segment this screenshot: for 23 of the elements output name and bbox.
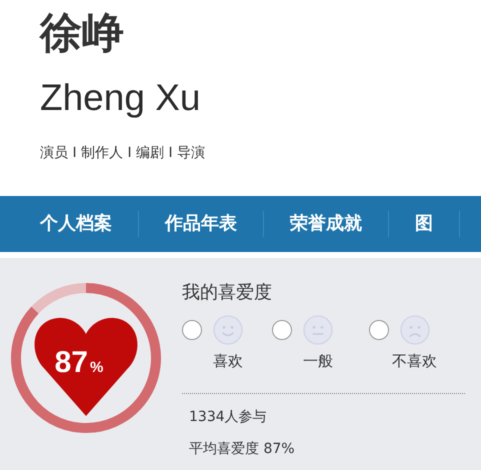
- nav-tab[interactable]: 个人档案: [40, 211, 139, 237]
- neutral-face-icon: [302, 314, 334, 346]
- percent-value: 87: [54, 346, 88, 379]
- rating-title: 我的喜爱度: [182, 281, 273, 304]
- heart-icon: [34, 318, 138, 416]
- nav-tab[interactable]: 图: [415, 211, 460, 237]
- nav-tab[interactable]: 作品年表: [165, 211, 264, 237]
- participant-count: 1334人参与: [189, 408, 268, 426]
- option-label: 一般: [303, 352, 333, 371]
- ring-track: [32, 283, 86, 314]
- nav-tab[interactable]: 荣誉成就: [290, 211, 389, 237]
- radio-button[interactable]: [272, 320, 292, 340]
- person-name-latin: Zheng Xu: [40, 76, 202, 120]
- option-label: 喜欢: [213, 352, 243, 371]
- option-label: 不喜欢: [392, 352, 437, 371]
- sad-face-icon: [398, 314, 430, 346]
- percent-unit: %: [90, 359, 104, 376]
- person-name: 徐峥: [40, 7, 125, 59]
- radio-button[interactable]: [368, 320, 388, 340]
- role-list: 演员 I 制作人 I 编剧 I 导演: [40, 144, 206, 162]
- average-rating: 平均喜爱度 87%: [189, 440, 296, 458]
- radio-button[interactable]: [182, 320, 202, 340]
- smiley-face-icon: [212, 314, 244, 346]
